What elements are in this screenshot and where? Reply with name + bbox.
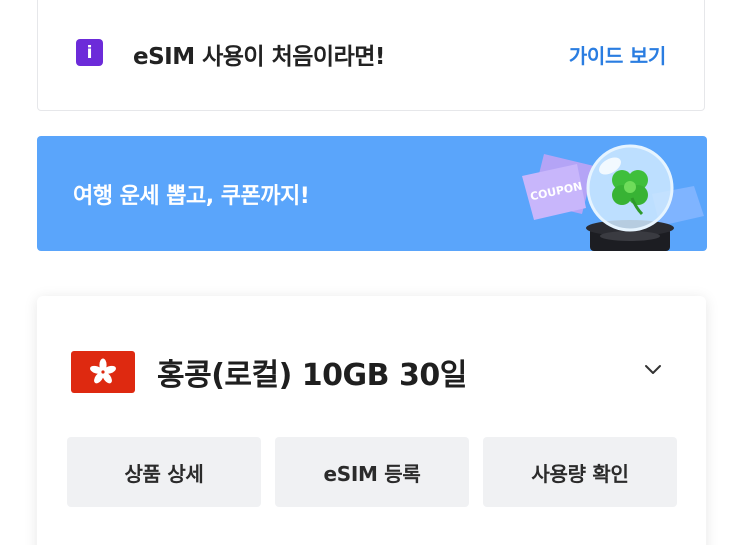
info-icon: i	[76, 39, 103, 66]
esim-page: i eSIM 사용이 처음이라면! 가이드 보기 여행 운세 뽑고, 쿠폰까지!…	[0, 0, 743, 545]
product-title: 홍콩(로컬) 10GB 30일	[157, 358, 467, 393]
product-action-row: 상품 상세 eSIM 등록 사용량 확인	[67, 437, 677, 507]
guide-message: eSIM 사용이 처음이라면!	[133, 44, 385, 70]
product-details-button[interactable]: 상품 상세	[67, 437, 261, 507]
fortune-globe-illustration: COUPON	[522, 144, 704, 251]
banner-text: 여행 운세 뽑고, 쿠폰까지!	[73, 184, 310, 209]
esim-register-button[interactable]: eSIM 등록	[275, 437, 469, 507]
chevron-down-icon[interactable]	[642, 358, 664, 380]
esim-guide-card[interactable]: i eSIM 사용이 처음이라면! 가이드 보기	[37, 0, 705, 111]
usage-check-button[interactable]: 사용량 확인	[483, 437, 677, 507]
fortune-coupon-banner[interactable]: 여행 운세 뽑고, 쿠폰까지! COUPON	[37, 136, 707, 251]
view-guide-link[interactable]: 가이드 보기	[569, 40, 666, 69]
coupon-ticket-icon: COUPON	[522, 154, 594, 220]
hong-kong-flag-icon	[71, 351, 135, 393]
esim-product-card: 홍콩(로컬) 10GB 30일 상품 상세 eSIM 등록 사용량 확인	[37, 296, 706, 545]
